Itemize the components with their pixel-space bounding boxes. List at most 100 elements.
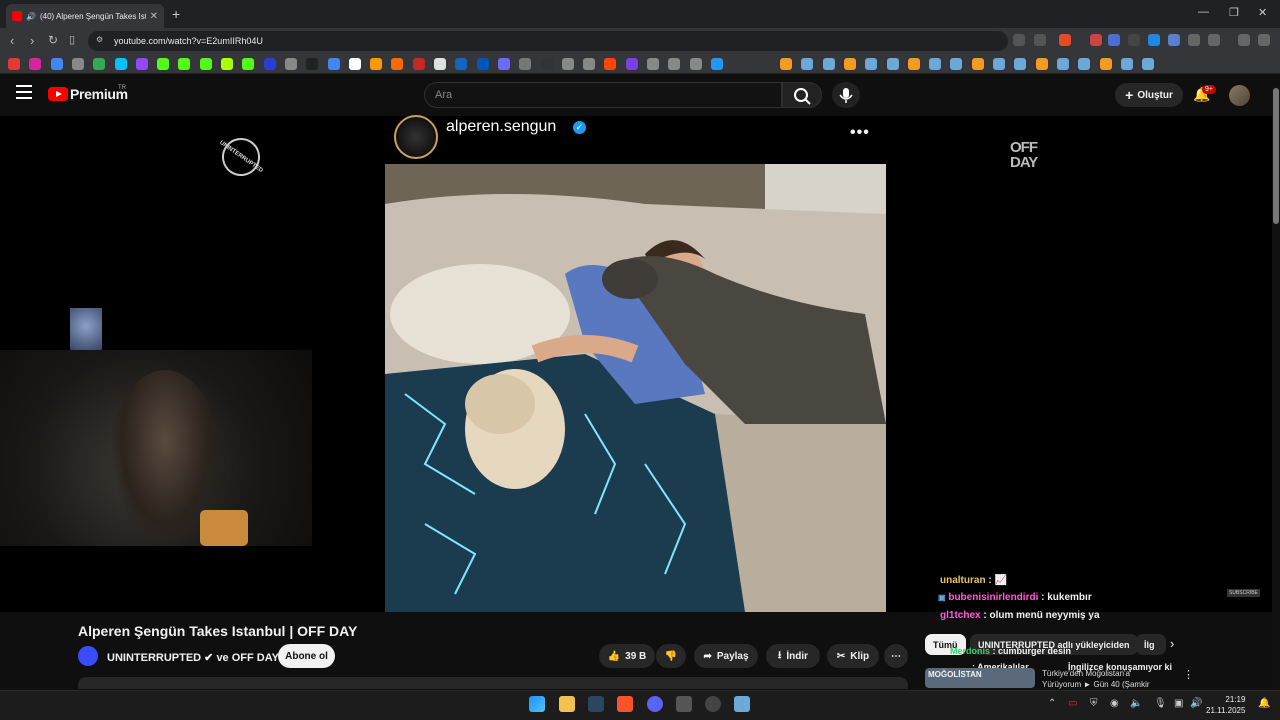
bookmark-favicon-icon[interactable] [1078,58,1091,70]
bookmark-favicon-icon[interactable] [327,58,340,70]
close-window-button[interactable]: ✕ [1258,6,1267,19]
bookmark-icon[interactable]: ▯ [69,33,75,46]
bookmark-favicon-icon[interactable] [114,58,127,70]
bookmark-favicon-icon[interactable] [1099,58,1112,70]
bookmark-favicon-icon[interactable] [476,58,489,70]
bookmark-favicon-icon[interactable] [971,58,984,70]
download-button[interactable]: ⭳ İndir [766,644,820,668]
bookmark-favicon-icon[interactable] [434,58,446,70]
share-icon[interactable] [1034,34,1046,46]
bookmark-favicon-icon[interactable] [178,58,191,70]
bookmark-favicon-icon[interactable] [221,58,233,70]
app-icon[interactable] [734,696,750,712]
new-tab-button[interactable]: + [172,6,180,22]
chip-related[interactable]: İlg [1136,634,1166,655]
menu-icon[interactable] [1258,34,1270,46]
scrollbar-thumb[interactable] [1273,88,1279,224]
subscribe-button[interactable]: Abone ol [278,644,335,668]
recommended-title[interactable]: Türkiye'den Moğolistan'a Yürüyorum ► Gün … [1042,668,1150,690]
bookmark-favicon-icon[interactable] [370,58,383,70]
bookmark-favicon-icon[interactable] [1035,58,1048,70]
bookmark-favicon-icon[interactable] [412,58,425,70]
bookmark-favicon-icon[interactable] [348,58,361,70]
restore-button[interactable]: ❐ [1229,6,1239,19]
like-button[interactable]: 👍 39 B [599,644,655,668]
bookmark-favicon-icon[interactable] [71,58,84,70]
recommended-more-icon[interactable]: ⋮ [1183,668,1194,681]
tray-chevron-icon[interactable]: ⌃ [1048,698,1056,709]
bookmark-favicon-icon[interactable] [1014,58,1027,70]
extension-icon[interactable] [1128,34,1140,46]
tray-network-icon[interactable]: ▣ [1174,698,1183,709]
bookmark-favicon-icon[interactable] [8,58,20,70]
bookmark-favicon-icon[interactable] [29,58,42,70]
bookmark-favicon-icon[interactable] [540,58,553,70]
channel-name[interactable]: UNINTERRUPTED ✔ ve OFF DAY [107,651,279,664]
app-icon[interactable] [676,696,692,712]
tray-steam-icon[interactable]: ◉ [1110,698,1119,709]
bookmark-favicon-icon[interactable] [843,58,856,70]
tray-app-icon[interactable]: ▭ [1068,698,1077,709]
close-tab-icon[interactable]: ✕ [150,11,158,22]
bookmark-favicon-icon[interactable] [886,58,899,70]
browser-tab-active[interactable]: 🔊 (40) Alperen Şengün Takes Istanbul | O… [6,4,164,28]
bookmark-favicon-icon[interactable] [710,58,723,70]
file-explorer-icon[interactable] [559,696,575,712]
bookmark-favicon-icon[interactable] [625,58,638,70]
bookmark-favicon-icon[interactable] [561,58,574,70]
clip-button[interactable]: ✂ Klip [827,644,879,668]
create-button[interactable]: + Oluştur [1115,83,1183,107]
reload-icon[interactable]: ↻ [48,33,58,47]
tray-shield-icon[interactable]: ⛨ [1090,698,1098,709]
bookmark-favicon-icon[interactable] [284,58,297,70]
bookmark-favicon-icon[interactable] [1120,58,1133,70]
bookmark-favicon-icon[interactable] [865,58,878,70]
app-icon[interactable] [705,696,721,712]
bookmark-favicon-icon[interactable] [135,58,148,70]
bookmark-favicon-icon[interactable] [668,58,681,70]
forward-icon[interactable]: › [30,33,34,48]
bookmark-favicon-icon[interactable] [306,58,319,70]
bookmark-favicon-icon[interactable] [1056,58,1069,70]
bookmark-favicon-icon[interactable] [455,58,468,70]
extension-icon[interactable] [1148,34,1160,46]
search-input[interactable]: Ara [424,82,782,108]
voice-search-button[interactable] [832,82,860,108]
bookmark-favicon-icon[interactable] [604,58,617,70]
bookmark-favicon-icon[interactable] [93,58,106,70]
sidebar-icon[interactable] [1208,34,1220,46]
extension-icon[interactable] [1090,34,1102,46]
system-clock[interactable]: 21:19 21.11.2025 [1206,694,1245,716]
brave-shield-icon[interactable] [1059,34,1071,46]
extension-icon[interactable] [1108,34,1120,46]
youtube-logo-icon[interactable] [48,87,68,101]
extensions-puzzle-icon[interactable] [1188,34,1200,46]
notification-center-icon[interactable]: 🔔 [1258,698,1270,709]
bookmark-favicon-icon[interactable] [689,58,702,70]
media-icon[interactable] [1238,34,1250,46]
bookmark-favicon-icon[interactable] [993,58,1005,70]
hamburger-menu-icon[interactable] [16,85,32,99]
bookmark-favicon-icon[interactable] [497,58,510,70]
site-info-icon[interactable]: ⚙ [96,35,103,44]
bookmark-favicon-icon[interactable] [242,58,255,70]
more-actions-button[interactable]: ⋯ [884,644,908,668]
tray-volume-icon[interactable]: 🔈 [1130,698,1142,709]
bookmark-favicon-icon[interactable] [519,58,532,70]
bookmark-favicon-icon[interactable] [391,58,404,70]
minimize-button[interactable]: — [1198,6,1209,18]
search-button[interactable] [782,82,822,108]
steam-icon[interactable] [588,696,604,712]
bookmark-favicon-icon[interactable] [907,58,920,70]
bookmark-favicon-icon[interactable] [822,58,835,70]
bookmark-favicon-icon[interactable] [780,58,792,70]
back-icon[interactable]: ‹ [10,33,14,48]
bookmark-favicon-icon[interactable] [50,58,63,70]
windows-start-icon[interactable] [529,696,545,712]
bookmark-favicon-icon[interactable] [263,58,276,70]
discord-icon[interactable] [647,696,663,712]
brave-icon[interactable] [617,696,633,712]
chevron-right-icon[interactable]: › [1170,636,1174,651]
bookmark-favicon-icon[interactable] [199,58,212,70]
channel-avatar[interactable] [78,646,98,666]
